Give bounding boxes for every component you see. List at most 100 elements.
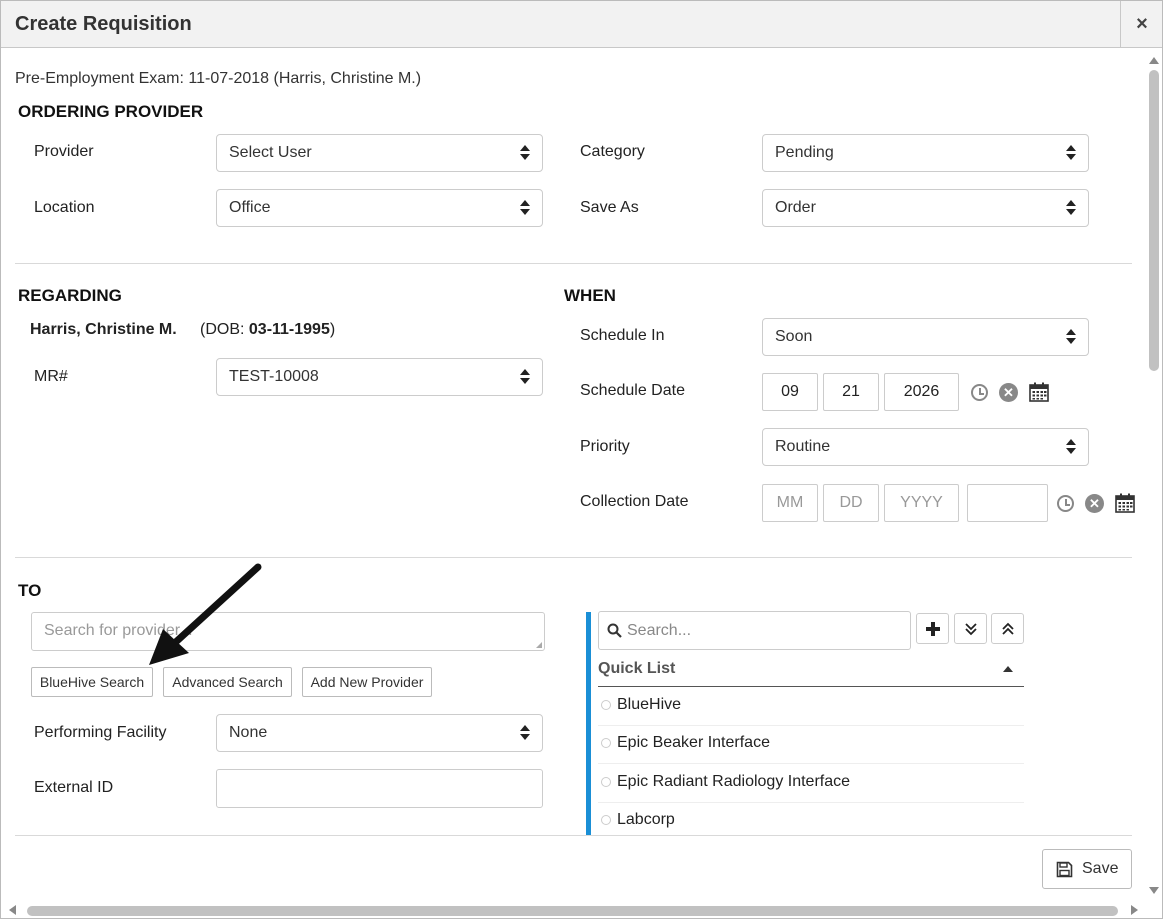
save-as-select-value: Order [775,199,816,216]
section-divider [15,263,1132,264]
plus-icon [925,621,940,636]
quick-list-header[interactable]: Quick List [598,660,1024,687]
performing-facility-select[interactable]: None [216,714,543,752]
provider-select-value: Select User [229,144,312,161]
select-arrows-icon [520,200,530,216]
floppy-disk-icon [1056,861,1073,878]
clock-icon[interactable] [1057,495,1074,512]
provider-search-input[interactable]: Search for provider... [31,612,545,651]
location-label: Location [34,199,95,216]
add-button[interactable] [916,613,949,644]
regarding-heading: REGARDING [18,286,122,305]
clock-icon[interactable] [971,384,988,401]
to-heading: TO [18,581,42,600]
schedule-date-label: Schedule Date [580,382,685,399]
scroll-right-icon[interactable] [1131,905,1138,915]
horizontal-scroll-thumb[interactable] [27,906,1118,916]
select-arrows-icon [520,369,530,385]
save-button[interactable]: Save [1042,849,1132,889]
select-arrows-icon [520,145,530,161]
save-as-label: Save As [580,199,639,216]
dialog-titlebar: Create Requisition × [1,1,1162,48]
schedule-month-input[interactable]: 09 [762,373,818,411]
clear-icon[interactable]: ✕ [1085,494,1104,513]
footer-divider [15,835,1132,836]
close-icon: × [1136,12,1148,35]
mr-select[interactable]: TEST-10008 [216,358,543,396]
ordering-provider-heading: ORDERING PROVIDER [18,102,204,121]
provider-select[interactable]: Select User [216,134,543,172]
create-requisition-dialog: Create Requisition × Pre-Employment Exam… [0,0,1163,919]
double-chevron-down-icon [964,622,977,635]
collapse-all-button[interactable] [991,613,1024,644]
location-select[interactable]: Office [216,189,543,227]
close-button[interactable]: × [1120,1,1162,47]
double-chevron-up-icon [1001,622,1014,635]
patient-name: Harris, Christine M. [30,321,177,338]
quick-list-item-label: Epic Beaker Interface [617,734,770,751]
category-select[interactable]: Pending [762,134,1089,172]
select-arrows-icon [1066,145,1076,161]
schedule-in-select[interactable]: Soon [762,318,1089,356]
schedule-in-label: Schedule In [580,327,665,344]
category-label: Category [580,143,645,160]
performing-facility-value: None [229,724,268,741]
collection-year-input[interactable]: YYYY [884,484,959,522]
caret-up-icon [1003,666,1013,672]
add-new-provider-button[interactable]: Add New Provider [302,667,432,697]
mr-label: MR# [34,368,68,385]
quick-list-item-label: BlueHive [617,696,682,713]
save-button-label: Save [1082,860,1119,877]
schedule-day-input[interactable]: 21 [823,373,879,411]
external-id-label: External ID [34,779,114,796]
mr-select-value: TEST-10008 [229,368,319,385]
dob-suffix: ) [329,321,336,338]
schedule-year-input[interactable]: 2026 [884,373,959,411]
priority-select-value: Routine [775,438,831,455]
calendar-icon[interactable] [1029,382,1049,402]
select-arrows-icon [1066,329,1076,345]
quick-list-item[interactable]: Epic Radiant Radiology Interface [598,764,1024,803]
priority-select[interactable]: Routine [762,428,1089,466]
provider-label: Provider [34,143,94,160]
collection-date-label: Collection Date [580,493,689,510]
select-arrows-icon [1066,439,1076,455]
scroll-left-icon[interactable] [9,905,16,915]
dob-prefix: (DOB: [200,321,249,338]
quick-list-search-input[interactable]: Search... [598,611,911,650]
radio-icon [601,738,611,748]
clear-icon[interactable]: ✕ [999,383,1018,402]
quick-list-item-label: Epic Radiant Radiology Interface [617,773,851,790]
scroll-up-icon[interactable] [1149,57,1159,64]
quick-list-item[interactable]: BlueHive [598,687,1024,726]
external-id-input[interactable] [216,769,543,808]
resize-grip-icon[interactable] [536,642,542,648]
quick-list-search-placeholder: Search... [627,622,692,639]
collection-time-input[interactable] [967,484,1048,522]
quick-list-accent-bar [586,612,591,836]
dob-value: 03-11-1995 [248,321,330,338]
quick-list-item[interactable]: Epic Beaker Interface [598,725,1024,764]
radio-icon [601,815,611,825]
category-select-value: Pending [775,144,834,161]
collection-month-input[interactable]: MM [762,484,818,522]
radio-icon [601,700,611,710]
performing-facility-label: Performing Facility [34,724,167,741]
when-heading: WHEN [564,286,616,305]
vertical-scroll-thumb[interactable] [1149,70,1159,371]
scroll-down-icon[interactable] [1149,887,1159,894]
select-arrows-icon [520,725,530,741]
bluehive-search-button[interactable]: BlueHive Search [31,667,153,697]
exam-subtitle: Pre-Employment Exam: 11-07-2018 (Harris,… [15,70,422,87]
collection-day-input[interactable]: DD [823,484,879,522]
quick-list-item-label: Labcorp [617,811,675,828]
patient-dob: (DOB: 03-11-1995) [200,321,335,339]
quick-list-heading: Quick List [598,660,676,677]
annotation-arrow-icon [149,563,262,665]
save-as-select[interactable]: Order [762,189,1089,227]
search-icon [607,623,622,638]
priority-label: Priority [580,438,630,455]
calendar-icon[interactable] [1115,493,1135,513]
expand-all-button[interactable] [954,613,987,644]
select-arrows-icon [1066,200,1076,216]
